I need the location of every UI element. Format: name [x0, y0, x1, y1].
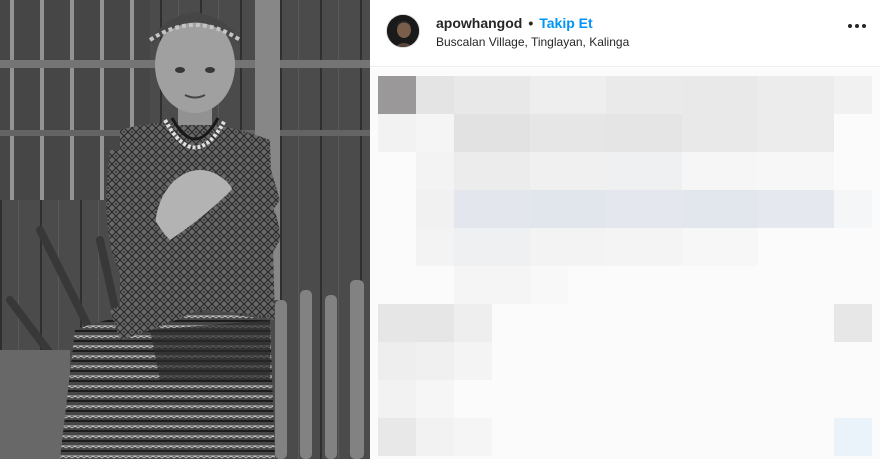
- follow-button[interactable]: Takip Et: [539, 15, 592, 31]
- post-sidebar: apowhangod • Takip Et Buscalan Village, …: [370, 0, 880, 459]
- more-options-icon[interactable]: [848, 24, 866, 30]
- separator-dot: •: [528, 15, 534, 31]
- pixelated-comments-area: [370, 68, 880, 459]
- location-link[interactable]: Buscalan Village, Tinglayan, Kalinga: [436, 35, 629, 49]
- user-line: apowhangod • Takip Et: [436, 14, 593, 32]
- post-header: apowhangod • Takip Et Buscalan Village, …: [370, 0, 880, 67]
- post-photo[interactable]: [0, 0, 370, 459]
- tattooed-elder-photo: [0, 0, 370, 459]
- avatar-image: [387, 15, 419, 47]
- username[interactable]: apowhangod: [436, 15, 522, 31]
- avatar[interactable]: [386, 14, 420, 48]
- pixelation-blur: [370, 68, 880, 459]
- instagram-post: apowhangod • Takip Et Buscalan Village, …: [0, 0, 880, 459]
